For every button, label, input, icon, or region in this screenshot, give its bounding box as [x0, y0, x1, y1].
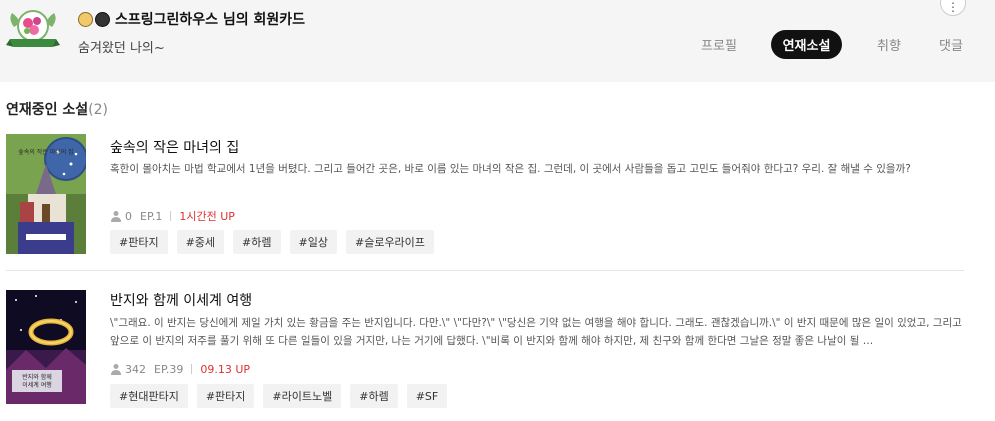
novel-title[interactable]: 숲속의 작은 마녀의 집 — [110, 137, 239, 157]
vertical-dots-icon: ⋮ — [947, 0, 959, 14]
list-divider — [6, 270, 964, 271]
tab-preferences[interactable]: 취향 — [874, 30, 904, 59]
smiling-face-icon — [78, 11, 93, 27]
tag-chip[interactable]: #슬로우라이프 — [345, 230, 434, 254]
novel-cover-image[interactable]: 반지와 함께 이세계 여행 — [6, 290, 86, 404]
section-count: (2) — [88, 102, 108, 118]
section-title: 연재중인 소설(2) — [6, 99, 108, 119]
episode-number: EP.39 — [154, 362, 184, 376]
tag-chip[interactable]: #하렘 — [233, 230, 281, 254]
tab-profile[interactable]: 프로필 — [700, 30, 738, 59]
novel-meta: 342 EP.39 09.13 UP — [110, 361, 250, 377]
tab-serialized-novels[interactable]: 연재소설 — [771, 30, 842, 59]
profile-tabs: 프로필 연재소설 취향 댓글 — [0, 30, 995, 60]
tab-comments[interactable]: 댓글 — [937, 30, 965, 59]
reader-count: 0 — [125, 209, 132, 223]
person-icon — [111, 211, 121, 222]
tag-chip[interactable]: #하렘 — [350, 384, 398, 408]
profile-title: 스프링그린하우스 님의 회원카드 — [115, 12, 306, 28]
tag-chip[interactable]: #라이트노벨 — [263, 384, 342, 408]
update-status: 09.13 UP — [200, 362, 251, 376]
novel-tags: #현대판타지 #판타지 #라이트노벨 #하렘 #SF — [110, 384, 448, 408]
svg-text:이세계 여행: 이세계 여행 — [22, 381, 52, 389]
reader-count: 342 — [125, 362, 146, 376]
svg-text:반지와 함께: 반지와 함께 — [22, 373, 52, 381]
meta-divider — [191, 364, 193, 374]
svg-text:숲속의 작은 마녀의 집: 숲속의 작은 마녀의 집 — [18, 148, 73, 156]
tag-chip[interactable]: #SF — [406, 384, 448, 408]
section-title-label: 연재중인 소설 — [6, 102, 89, 118]
novel-cover-image[interactable]: 숲속의 작은 마녀의 집 — [6, 134, 86, 254]
tag-chip[interactable]: #판타지 — [110, 230, 168, 254]
more-options-button[interactable]: ⋮ — [940, 0, 966, 16]
person-icon — [111, 364, 121, 375]
profile-header: 스프링그린하우스 님의 회원카드 숨겨왔던 나의~ ⋮ 프로필 연재소설 취향 … — [0, 0, 995, 82]
tag-chip[interactable]: #판타지 — [196, 384, 255, 408]
tag-chip[interactable]: #일상 — [289, 230, 337, 254]
novel-description: \"그래요. 이 반지는 당신에게 제일 가치 있는 황금을 주는 반지입니다.… — [110, 317, 962, 347]
dark-hair-avatar-icon — [95, 11, 110, 27]
tag-chip[interactable]: #현대판타지 — [110, 384, 188, 408]
update-status: 1시간전 UP — [179, 210, 235, 223]
novel-description: 혹한이 몰아치는 마법 학교에서 1년을 버텼다. 그리고 들어간 곳은, 바로… — [110, 163, 911, 175]
novel-meta: 0 EP.1 1시간전 UP — [110, 208, 235, 224]
novel-title[interactable]: 반지와 함께 이세계 여행 — [110, 290, 252, 310]
profile-title-row: 스프링그린하우스 님의 회원카드 — [78, 9, 305, 29]
episode-number: EP.1 — [140, 209, 163, 223]
meta-divider — [170, 211, 172, 221]
novel-tags: #판타지 #중세 #하렘 #일상 #슬로우라이프 — [110, 230, 434, 254]
tag-chip[interactable]: #중세 — [176, 230, 225, 254]
